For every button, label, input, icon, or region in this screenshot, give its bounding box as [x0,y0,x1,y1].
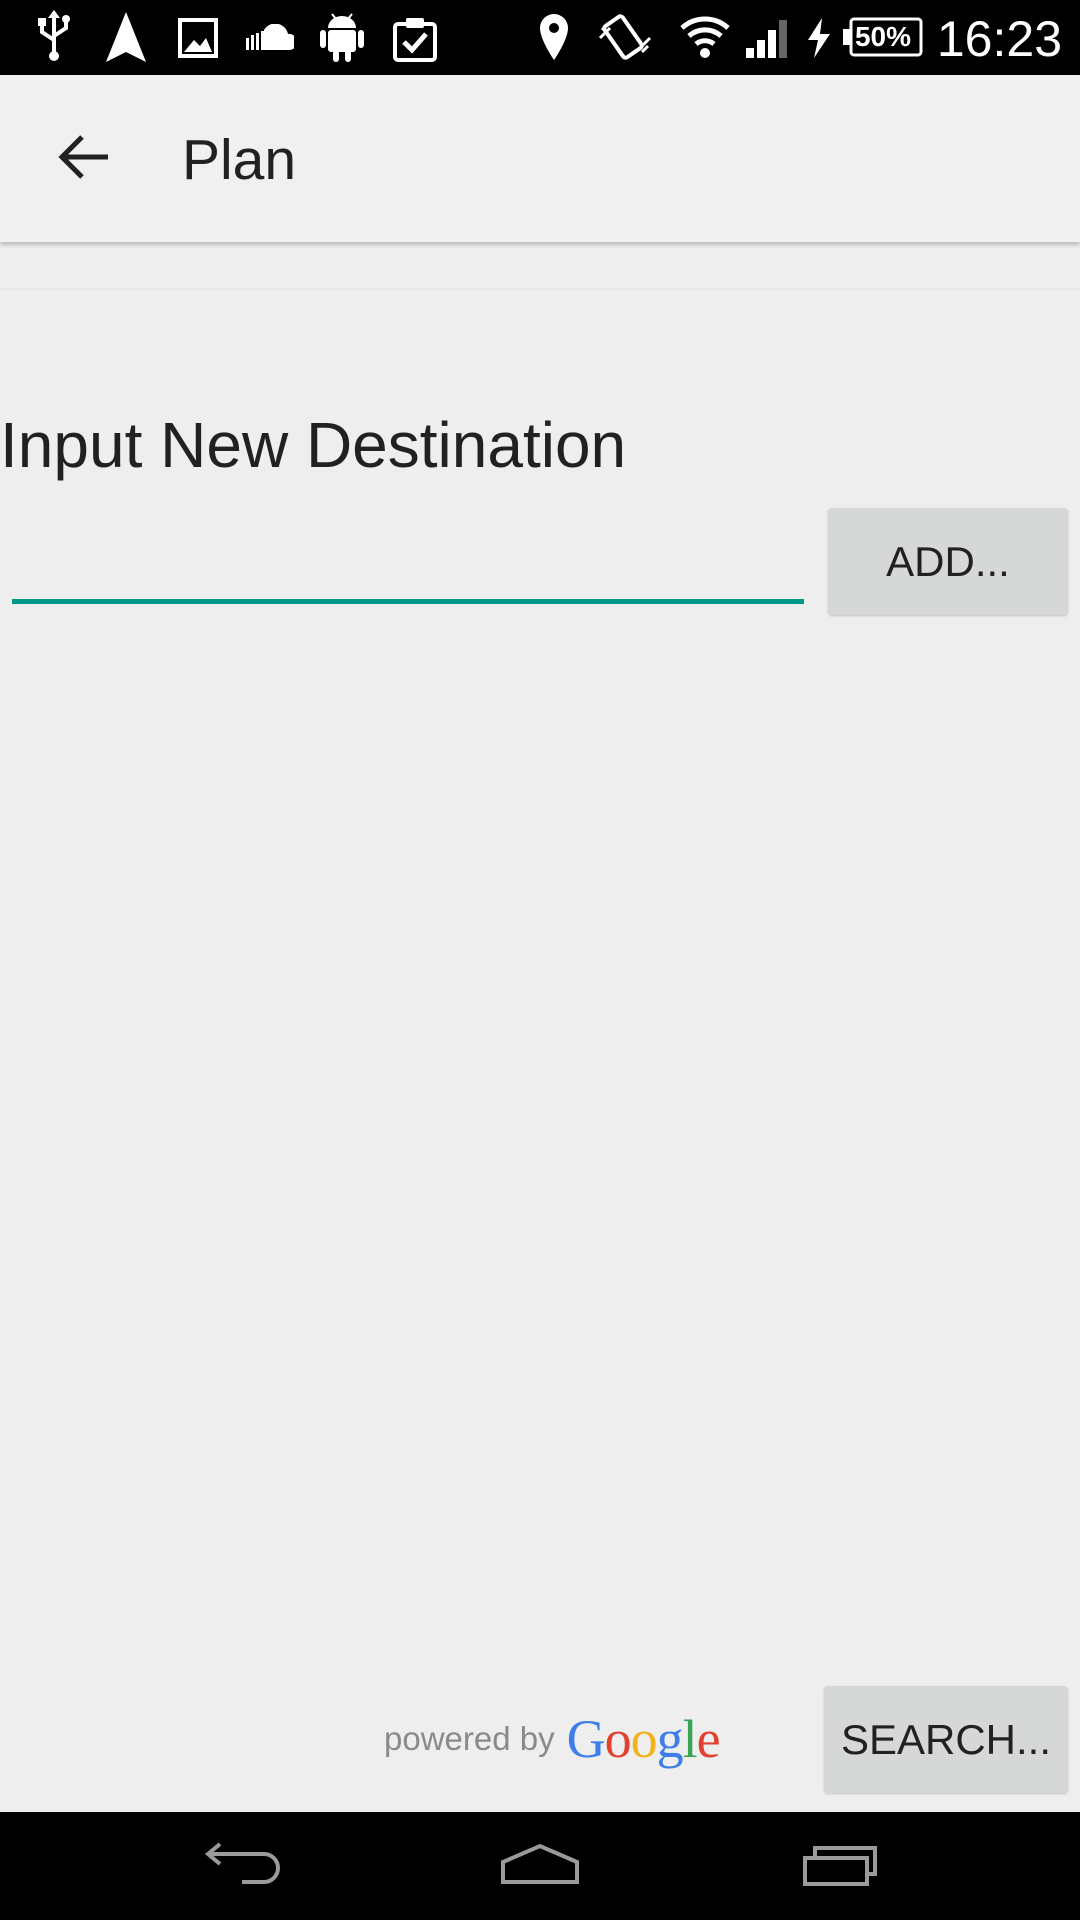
signal-icon [744,18,792,58]
navigation-icon [104,10,148,64]
location-icon [538,12,570,62]
arrow-back-icon [58,133,110,186]
google-logo: Google [566,1708,721,1770]
powered-by-label: powered by [384,1720,555,1757]
clipboard-check-icon [392,14,438,62]
google-letter: o [630,1709,658,1769]
vibrate-icon [598,12,652,64]
nav-back-button[interactable] [172,1812,312,1920]
google-letter: l [682,1709,698,1769]
nav-back-icon [204,1841,280,1891]
android-icon [320,10,364,64]
soundcloud-icon [244,24,294,52]
usb-icon [36,10,72,62]
section-heading: Input New Destination [0,409,627,481]
google-letter: o [604,1709,632,1769]
divider [0,288,1080,290]
back-button[interactable] [40,115,128,203]
clock: 16:23 [936,11,1062,67]
nav-home-icon [501,1842,579,1891]
destination-input[interactable] [12,520,804,604]
google-letter: e [696,1709,721,1769]
app-bar: Plan [0,75,1080,242]
navigation-bar [0,1812,1080,1920]
powered-by-google: powered by Google [384,1706,721,1772]
nav-recents-icon [801,1842,879,1891]
charging-icon [806,18,832,58]
google-letter: G [566,1709,606,1769]
status-bar: 50% 16:23 [0,0,1080,75]
page-title: Plan [182,128,297,192]
search-button[interactable]: SEARCH... [824,1686,1068,1793]
google-letter: g [656,1709,684,1769]
image-icon [178,18,218,58]
nav-home-button[interactable] [470,1812,610,1920]
add-button[interactable]: ADD... [828,508,1068,615]
battery-icon: 50% [843,17,923,57]
battery-percent: 50% [854,21,912,52]
wifi-icon [680,14,730,60]
nav-recents-button[interactable] [770,1812,910,1920]
